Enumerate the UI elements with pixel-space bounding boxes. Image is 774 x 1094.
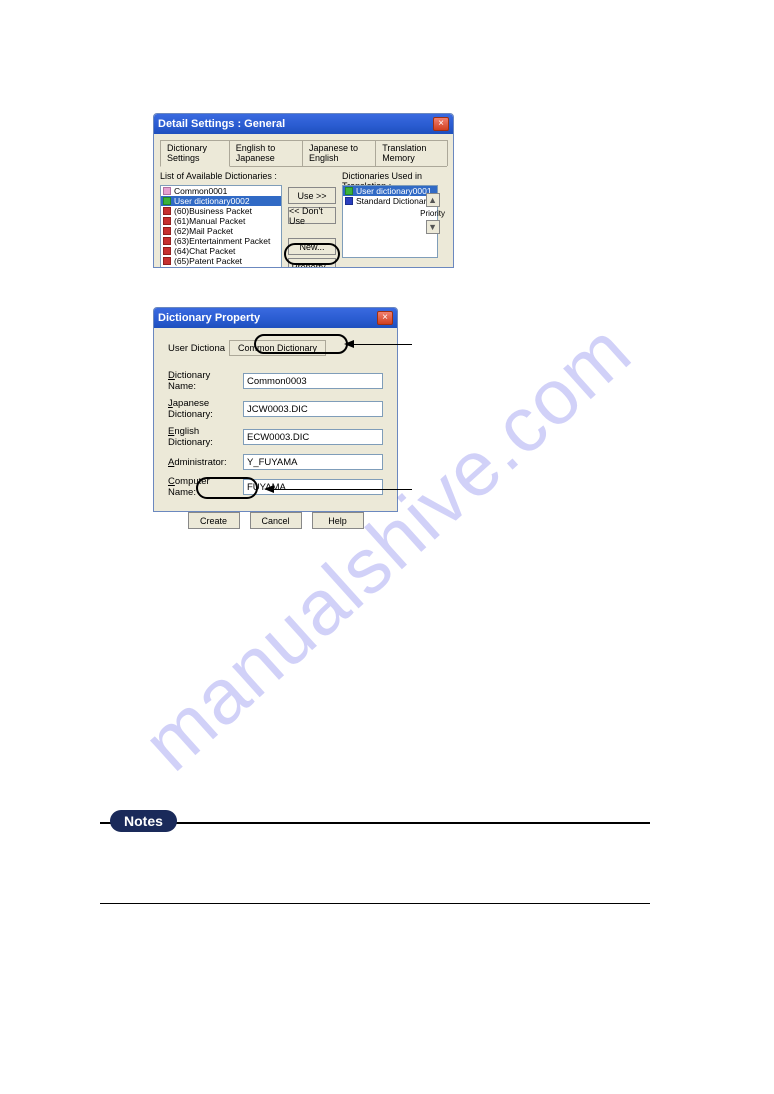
dict-icon <box>163 187 171 195</box>
callout-arrow-icon <box>352 344 412 345</box>
available-label: List of Available Dictionaries : <box>160 171 277 181</box>
dict-icon <box>345 187 353 195</box>
tab-jp-en[interactable]: Japanese to English <box>302 140 376 166</box>
dict-name-label: DDictionary Name:ictionary Name: <box>168 370 237 392</box>
notes-heading: Notes <box>110 810 177 832</box>
dict-icon <box>163 207 171 215</box>
detail-settings-dialog: Detail Settings : General × Dictionary S… <box>153 113 454 268</box>
dict-name-field[interactable] <box>243 373 383 389</box>
close-icon[interactable]: × <box>377 311 393 325</box>
dialog-title: Dictionary Property <box>158 312 260 324</box>
priority-label: Priority <box>420 209 445 218</box>
cancel-button[interactable]: Cancel <box>250 512 302 529</box>
priority-down-button[interactable]: ▼ <box>426 220 440 234</box>
list-item-label: (63)Entertainment Packet <box>174 236 270 246</box>
tab-strip: Dictionary Settings English to Japanese … <box>160 140 447 167</box>
list-item-label: (60)Elite in Carmale <box>174 266 249 268</box>
dialog-title: Detail Settings : General <box>158 118 285 130</box>
notes-bottom-rule <box>100 903 650 904</box>
dict-icon <box>163 247 171 255</box>
dict-icon <box>163 197 171 205</box>
dict-icon <box>163 227 171 235</box>
dict-icon <box>345 197 353 205</box>
close-icon[interactable]: × <box>433 117 449 131</box>
admin-field[interactable] <box>243 454 383 470</box>
notes-rule <box>100 822 650 824</box>
list-item-label: User dictionary0002 <box>174 196 250 206</box>
priority-up-button[interactable]: ▲ <box>426 193 440 207</box>
admin-label: Administrator: <box>168 457 237 468</box>
titlebar: Dictionary Property × <box>154 308 397 328</box>
list-item[interactable]: Common0001 <box>161 186 281 196</box>
transfer-buttons: Use >> << Don't Use New... Property... <box>288 187 336 268</box>
list-item-label: (64)Chat Packet <box>174 246 235 256</box>
dict-icon <box>163 257 171 265</box>
list-item[interactable]: (60)Elite in Carmale <box>161 266 281 268</box>
list-item[interactable]: (64)Chat Packet <box>161 246 281 256</box>
list-item-label: Common0001 <box>174 186 227 196</box>
list-item-label: (61)Manual Packet <box>174 216 245 226</box>
dict-icon <box>163 217 171 225</box>
list-item[interactable]: (60)Business Packet <box>161 206 281 216</box>
new-button[interactable]: New... <box>288 238 336 255</box>
list-item[interactable]: (62)Mail Packet <box>161 226 281 236</box>
create-button[interactable]: Create <box>188 512 240 529</box>
help-button[interactable]: Help <box>312 512 364 529</box>
dont-use-button[interactable]: << Don't Use <box>288 207 336 224</box>
list-item[interactable]: User dictionary0002 <box>161 196 281 206</box>
jp-dict-field[interactable] <box>243 401 383 417</box>
jp-dict-label: Japanese Dictionary: <box>168 398 237 420</box>
arrowhead-icon <box>264 485 274 493</box>
common-dict-tab[interactable]: Common Dictionary <box>229 340 326 356</box>
dictionary-property-dialog: Dictionary Property × User Dictiona Comm… <box>153 307 398 512</box>
list-item[interactable]: (65)Patent Packet <box>161 256 281 266</box>
en-dict-field[interactable] <box>243 429 383 445</box>
tab-translation-memory[interactable]: Translation Memory <box>375 140 448 166</box>
callout-arrow-icon <box>272 489 412 490</box>
en-dict-label: English Dictionary: <box>168 426 237 448</box>
list-item[interactable]: (63)Entertainment Packet <box>161 236 281 246</box>
list-item-label: (60)Business Packet <box>174 206 252 216</box>
arrowhead-icon <box>344 340 354 348</box>
tab-en-jp[interactable]: English to Japanese <box>229 140 303 166</box>
user-dict-tab[interactable]: User Dictiona <box>168 343 225 354</box>
list-item[interactable]: (61)Manual Packet <box>161 216 281 226</box>
priority-controls: ▲ Priority ▼ <box>420 193 445 234</box>
dict-icon <box>163 237 171 245</box>
list-item-label: (62)Mail Packet <box>174 226 233 236</box>
available-list[interactable]: Common0001 User dictionary0002 (60)Busin… <box>160 185 282 268</box>
computer-label: Computer Name: <box>168 476 237 498</box>
tab-dictionary-settings[interactable]: Dictionary Settings <box>160 140 230 167</box>
titlebar: Detail Settings : General × <box>154 114 453 134</box>
dict-icon <box>163 267 171 268</box>
use-button[interactable]: Use >> <box>288 187 336 204</box>
property-button[interactable]: Property... <box>288 258 336 268</box>
list-item-label: (65)Patent Packet <box>174 256 242 266</box>
